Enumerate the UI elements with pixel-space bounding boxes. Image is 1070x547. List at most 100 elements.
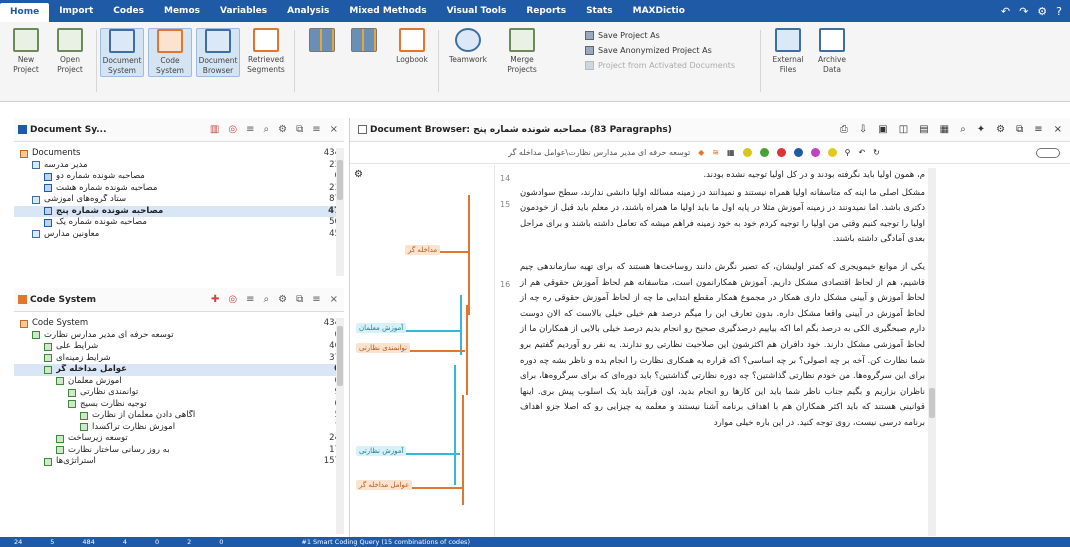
document-tree-item[interactable]: مصاحبه شونده شماره هشت 23: [14, 183, 344, 195]
code-tree-item[interactable]: به روز رسانی ساختار نظارت 17: [14, 445, 344, 457]
code-stripe[interactable]: [468, 195, 470, 315]
layout-grid-button[interactable]: [300, 28, 344, 55]
menu-icon[interactable]: ≡: [312, 124, 320, 135]
retrieved-segments-button[interactable]: Retrieved Segments: [244, 28, 288, 75]
in-vivo-icon[interactable]: ≋: [712, 148, 719, 157]
status-counter[interactable]: 484: [68, 538, 108, 546]
code-label[interactable]: مداخله گر: [405, 245, 441, 255]
split-view-icon[interactable]: ◫: [899, 124, 908, 135]
code-system-button[interactable]: Code System: [148, 28, 192, 77]
activate-icon[interactable]: ◎: [228, 124, 237, 135]
code-stripe[interactable]: [466, 305, 468, 395]
code-path-select[interactable]: توسعه حرفه ای مدیر مدارس نظارت\عوامل مدا…: [508, 148, 690, 157]
layout-grid-button[interactable]: [342, 28, 386, 55]
menu-tab-6[interactable]: Mixed Methods: [339, 0, 436, 22]
code-icon[interactable]: ◆: [698, 148, 704, 157]
new-code-icon[interactable]: ✚: [211, 294, 219, 305]
document-tree-item[interactable]: مصاحبه شونده شماره دو0: [14, 171, 344, 183]
help-icon[interactable]: ?: [1056, 5, 1062, 18]
menu-tab-5[interactable]: Analysis: [277, 0, 339, 22]
list-icon[interactable]: ≡: [246, 124, 254, 135]
color-code-icon[interactable]: ▦: [727, 148, 735, 157]
memo-icon[interactable]: ▦: [940, 124, 949, 135]
gear-icon[interactable]: ⚙: [278, 124, 287, 135]
menu-tab-3[interactable]: Memos: [154, 0, 210, 22]
save-project-as-button[interactable]: Save Project As: [585, 28, 735, 43]
settings-icon[interactable]: ⚙: [1037, 5, 1047, 18]
save-anonymized-button[interactable]: Save Anonymized Project As: [585, 43, 735, 58]
scrollbar-thumb[interactable]: [337, 160, 343, 200]
code-label[interactable]: آموزش معلمان: [356, 323, 407, 333]
blue-pen-icon[interactable]: [793, 148, 803, 157]
logbook-button[interactable]: Logbook: [390, 28, 434, 65]
yellow-pen-icon[interactable]: [742, 148, 752, 157]
menu-tab-9[interactable]: Stats: [576, 0, 623, 22]
scrollbar[interactable]: [928, 168, 936, 536]
activate-icon[interactable]: ◎: [228, 294, 237, 305]
link-icon[interactable]: ⚲: [845, 148, 851, 157]
scrollbar[interactable]: [336, 148, 344, 276]
project-from-activated-button[interactable]: Project from Activated Documents: [585, 58, 735, 73]
refresh-icon[interactable]: ↻: [873, 148, 880, 157]
redo-icon[interactable]: ↷: [1019, 5, 1028, 18]
document-tree-item[interactable]: معاونین مدارس 45: [14, 229, 344, 241]
code-label[interactable]: توانمندی نظارتی: [356, 343, 410, 353]
open-project-button[interactable]: Open Project: [48, 28, 92, 75]
green-pen-icon[interactable]: [759, 148, 769, 157]
search-icon[interactable]: ⌕: [264, 294, 270, 305]
status-counter[interactable]: 24: [0, 538, 36, 546]
toggle-switch[interactable]: [1036, 147, 1060, 158]
menu-tab-8[interactable]: Reports: [516, 0, 576, 22]
document-tree-item[interactable]: ستاد گروه‌های آموزشی 87: [14, 194, 344, 206]
code-stripe[interactable]: [462, 395, 464, 505]
filter-icon[interactable]: ▥: [210, 124, 219, 135]
status-counter[interactable]: 2: [173, 538, 205, 546]
gear-icon[interactable]: ⚙: [996, 124, 1005, 135]
document-tree-item[interactable]: مصاحبه شونده شماره پنج 47: [14, 205, 344, 217]
document-tree-item[interactable]: Documents 434: [14, 148, 344, 160]
document-browser-button[interactable]: Document Browser: [196, 28, 240, 77]
code-tree-item[interactable]: Code System 434: [14, 318, 344, 330]
code-tree-item[interactable]: آگاهی دادن معلمان از نظارت5: [14, 410, 344, 422]
document-tree-item[interactable]: مصاحبه شونده شماره یک 50: [14, 217, 344, 229]
undo-icon[interactable]: ↶: [1001, 5, 1010, 18]
print-icon[interactable]: ⎙: [840, 124, 848, 135]
code-stripe[interactable]: [460, 295, 462, 355]
menu-icon[interactable]: ≡: [1034, 124, 1042, 135]
status-counter[interactable]: 0: [141, 538, 173, 546]
external-files-button[interactable]: External Files: [766, 28, 810, 75]
status-counter[interactable]: 0: [205, 538, 237, 546]
highlight-icon[interactable]: [827, 148, 837, 157]
scrollbar[interactable]: [336, 318, 344, 534]
teamwork-button[interactable]: Teamwork: [446, 28, 490, 65]
list-icon[interactable]: ≡: [246, 294, 254, 305]
archive-data-button[interactable]: Archive Data: [810, 28, 854, 75]
image-icon[interactable]: ▣: [878, 124, 887, 135]
comment-icon[interactable]: ▤: [919, 124, 928, 135]
gear-icon[interactable]: ⚙: [354, 169, 363, 180]
search-icon[interactable]: ⌕: [960, 124, 966, 135]
undock-icon[interactable]: ⧉: [296, 294, 303, 305]
menu-tab-2[interactable]: Codes: [103, 0, 154, 22]
close-icon[interactable]: ×: [330, 294, 338, 305]
code-tree-item[interactable]: توانمندی نظارتی9: [14, 387, 344, 399]
menu-icon[interactable]: ≡: [312, 294, 320, 305]
code-tree-item[interactable]: آموزش نظارت تراکسدا7: [14, 422, 344, 434]
code-tree-item[interactable]: شرایط علی 46: [14, 341, 344, 353]
undo-icon[interactable]: ↶: [858, 148, 865, 157]
undock-icon[interactable]: ⧉: [1016, 124, 1023, 135]
code-tree-item[interactable]: آموزش معلمان0: [14, 376, 344, 388]
search-icon[interactable]: ⌕: [264, 124, 270, 135]
close-icon[interactable]: ×: [1054, 124, 1062, 135]
magenta-pen-icon[interactable]: [810, 148, 820, 157]
red-pen-icon[interactable]: [776, 148, 786, 157]
status-counter[interactable]: 5: [36, 538, 68, 546]
code-tree-item[interactable]: عوامل مداخله گر0: [14, 364, 344, 376]
document-system-button[interactable]: Document System: [100, 28, 144, 77]
export-icon[interactable]: ⇩: [859, 124, 867, 135]
scrollbar-thumb[interactable]: [929, 388, 935, 418]
code-tree-item[interactable]: شرایط زمینه‌ای 37: [14, 353, 344, 365]
code-tree-item[interactable]: استراتژی‌ها 157: [14, 456, 344, 468]
code-label[interactable]: عوامل مداخله گر: [356, 480, 413, 490]
status-counter[interactable]: 4: [109, 538, 141, 546]
